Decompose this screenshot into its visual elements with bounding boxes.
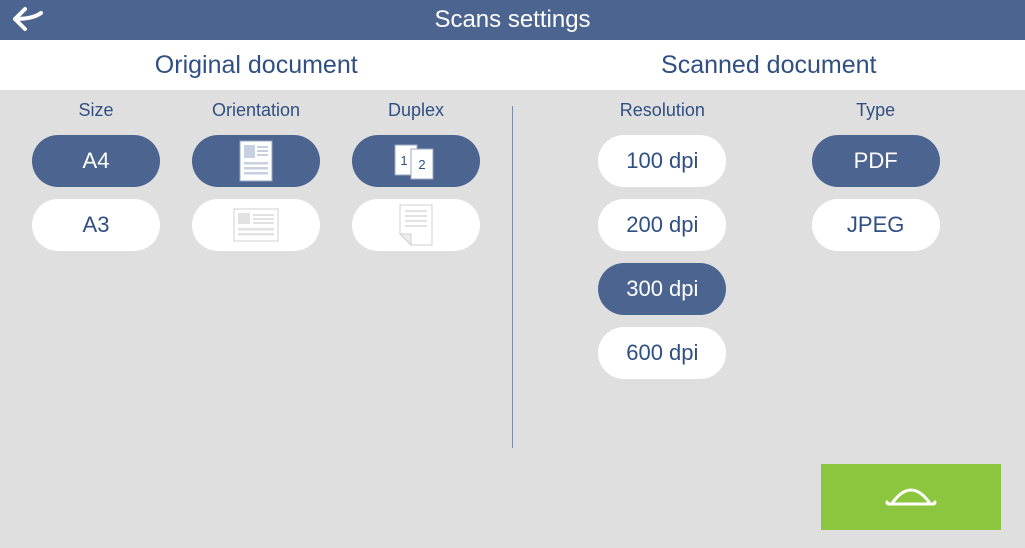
option-type-pdf[interactable]: PDF: [812, 135, 940, 187]
content: Size A4 A3 Orientation: [0, 90, 1025, 548]
scanner-icon: [883, 482, 939, 512]
option-resolution-100-label: 100 dpi: [626, 148, 698, 174]
svg-text:1: 1: [400, 153, 407, 168]
duplex-icon: 1 2: [391, 141, 441, 181]
col-label-duplex: Duplex: [388, 100, 444, 121]
scan-button[interactable]: [821, 464, 1001, 530]
option-resolution-600-label: 600 dpi: [626, 340, 698, 366]
back-button[interactable]: [0, 0, 60, 40]
option-size-a4[interactable]: A4: [32, 135, 160, 187]
option-resolution-200[interactable]: 200 dpi: [598, 199, 726, 251]
option-orientation-portrait[interactable]: [192, 135, 320, 187]
section-headers: Original document Scanned document: [0, 40, 1025, 90]
col-size: Size A4 A3: [32, 100, 160, 251]
option-resolution-200-label: 200 dpi: [626, 212, 698, 238]
page-title: Scans settings: [0, 6, 1025, 34]
col-duplex: Duplex 1 2: [352, 100, 480, 251]
option-resolution-300-label: 300 dpi: [626, 276, 698, 302]
option-duplex-on[interactable]: 1 2: [352, 135, 480, 187]
option-orientation-landscape[interactable]: [192, 199, 320, 251]
col-label-resolution: Resolution: [620, 100, 705, 121]
option-resolution-100[interactable]: 100 dpi: [598, 135, 726, 187]
option-type-jpeg[interactable]: JPEG: [812, 199, 940, 251]
option-duplex-off[interactable]: [352, 199, 480, 251]
landscape-icon: [233, 208, 279, 242]
col-orientation: Orientation: [192, 100, 320, 251]
pane-original: Size A4 A3 Orientation: [0, 90, 512, 548]
section-header-scanned: Scanned document: [513, 40, 1025, 90]
option-resolution-300[interactable]: 300 dpi: [598, 263, 726, 315]
option-size-a3[interactable]: A3: [32, 199, 160, 251]
option-resolution-600[interactable]: 600 dpi: [598, 327, 726, 379]
option-size-a4-label: A4: [83, 148, 110, 174]
option-size-a3-label: A3: [83, 212, 110, 238]
back-arrow-icon: [13, 7, 47, 33]
col-type: Type PDF JPEG: [812, 100, 940, 251]
portrait-icon: [239, 140, 273, 182]
col-resolution: Resolution 100 dpi 200 dpi 300 dpi 600 d…: [598, 100, 726, 379]
titlebar: Scans settings: [0, 0, 1025, 40]
svg-text:2: 2: [418, 157, 425, 172]
col-label-type: Type: [856, 100, 895, 121]
simplex-icon: [399, 204, 433, 246]
col-label-orientation: Orientation: [212, 100, 300, 121]
section-header-original: Original document: [0, 40, 513, 90]
option-type-pdf-label: PDF: [854, 148, 898, 174]
pane-scanned: Resolution 100 dpi 200 dpi 300 dpi 600 d…: [513, 90, 1025, 548]
option-type-jpeg-label: JPEG: [847, 212, 904, 238]
col-label-size: Size: [78, 100, 113, 121]
